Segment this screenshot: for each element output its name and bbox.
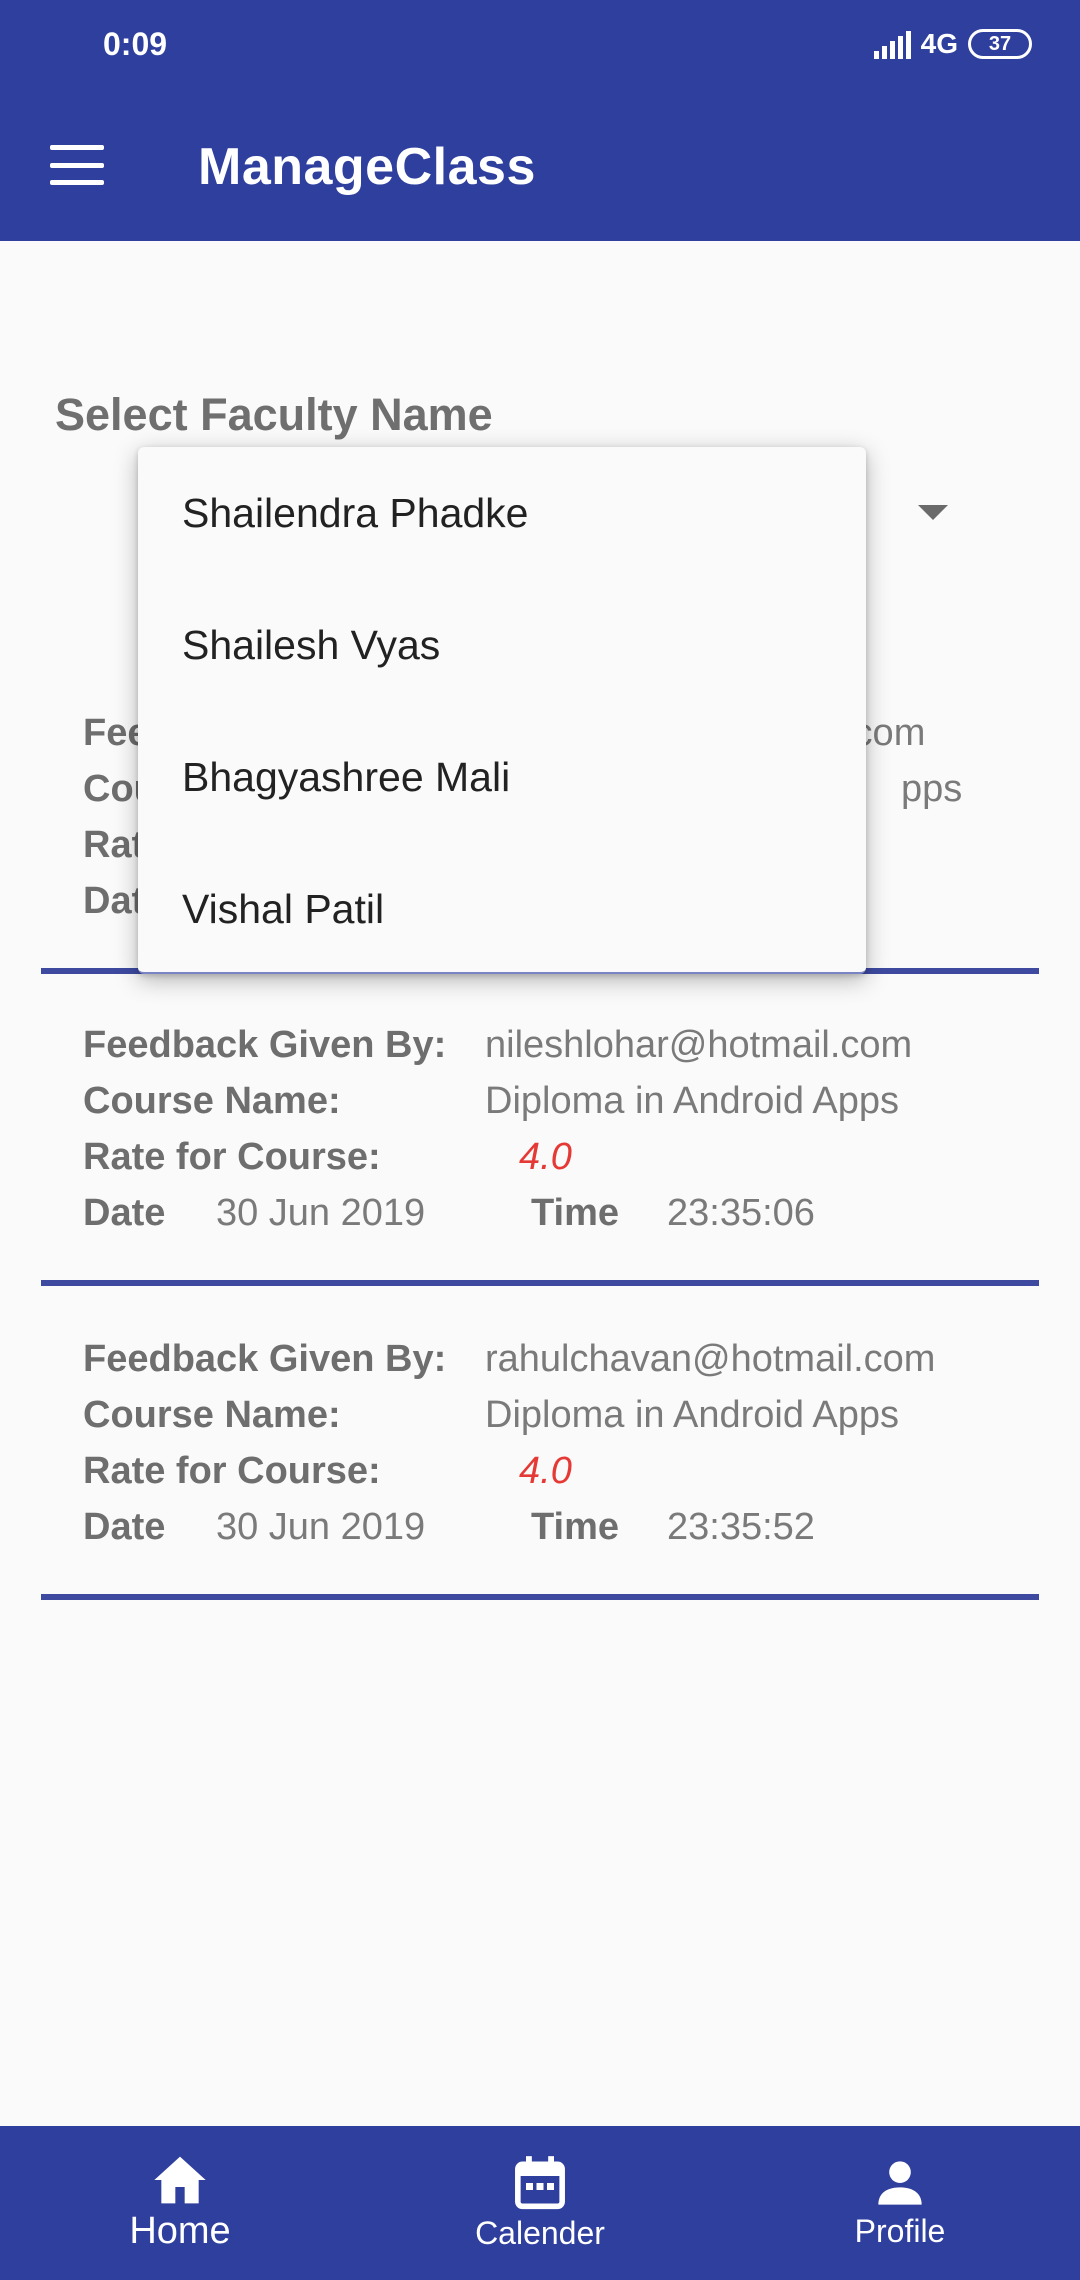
- course-name-row: Course Name: Diploma in Android Apps: [83, 1394, 899, 1437]
- course-name-value: Diploma in Android Apps: [485, 1394, 900, 1436]
- dropdown-option[interactable]: Vishal Patil: [138, 843, 866, 975]
- nav-calendar[interactable]: Calender: [360, 2126, 720, 2280]
- dropdown-option[interactable]: Shailendra Phadke: [138, 447, 866, 579]
- bottom-navigation: Home Calender Profile: [0, 2126, 1080, 2280]
- rate-value: 4.0: [519, 1450, 572, 1492]
- date-time-row: Date 30 Jun 2019 Time 23:35:52: [83, 1506, 815, 1549]
- person-icon: [878, 2160, 922, 2205]
- feedback-card: Feedback Given By: rahulchavan@hotmail.c…: [41, 1326, 1039, 1602]
- rate-row: Rate for Course: 4.0: [83, 1136, 572, 1179]
- date-label: Date: [83, 1506, 166, 1548]
- course-name-label: Course Name:: [83, 1080, 341, 1122]
- feedback-given-by-label: Feedback Given By:: [83, 1338, 447, 1380]
- faculty-dropdown-menu: Shailendra Phadke Shailesh Vyas Bhagyash…: [138, 447, 866, 974]
- calendar-icon: [515, 2155, 565, 2209]
- time-label: Time: [531, 1506, 620, 1548]
- feedback-given-by-row: Feedback Given By: rahulchavan@hotmail.c…: [83, 1338, 935, 1381]
- rate-label: Rate for Course:: [83, 1450, 381, 1492]
- network-type: 4G: [920, 28, 958, 59]
- course-name-label: Course Name:: [83, 1394, 341, 1436]
- nav-home-label: Home: [129, 2209, 231, 2252]
- date-value: 30 Jun 2019: [215, 1192, 426, 1234]
- time-label: Time: [531, 1192, 620, 1234]
- course-name-value: Diploma in Android Apps: [485, 1080, 900, 1122]
- nav-calendar-label: Calender: [475, 2214, 605, 2251]
- feedback-given-by-row: Feedback Given By: nileshlohar@hotmail.c…: [83, 1024, 912, 1067]
- dropdown-option[interactable]: Bhagyashree Mali: [138, 711, 866, 843]
- app-header: 0:09 4G 37 ManageClass: [0, 0, 1080, 241]
- date-time-row: Date 30 Jun 2019 Time 23:35:06: [83, 1192, 815, 1235]
- status-time: 0:09: [103, 26, 168, 62]
- card-divider: [41, 1594, 1039, 1600]
- course-name-row: Course Name: Diploma in Android Apps: [83, 1080, 899, 1123]
- nav-profile-label: Profile: [854, 2212, 946, 2249]
- feedback-given-by-value: rahulchavan@hotmail.com: [485, 1338, 936, 1380]
- rate-row: Rate for Course: 4.0: [83, 1450, 572, 1493]
- date-label: Date: [83, 1192, 166, 1234]
- course-name-value: pps: [901, 768, 963, 810]
- app-title: ManageClass: [198, 138, 536, 196]
- rate-label: Rate for Course:: [83, 1136, 381, 1178]
- date-value: 30 Jun 2019: [215, 1506, 426, 1548]
- feedback-card: Feedback Given By: nileshlohar@hotmail.c…: [41, 1012, 1039, 1288]
- dropdown-arrow-icon[interactable]: [918, 505, 948, 520]
- feedback-given-by-value: nileshlohar@hotmail.com: [485, 1024, 913, 1066]
- signal-icon: [873, 29, 911, 59]
- nav-home[interactable]: Home: [0, 2126, 360, 2280]
- battery-icon: 37: [968, 29, 1032, 59]
- nav-profile[interactable]: Profile: [720, 2126, 1080, 2280]
- card-divider: [41, 1280, 1039, 1286]
- battery-level: 37: [988, 32, 1012, 55]
- status-indicators: 4G 37: [873, 28, 1032, 60]
- dropdown-option[interactable]: Shailesh Vyas: [138, 579, 866, 711]
- time-value: 23:35:06: [667, 1192, 815, 1234]
- rate-value: 4.0: [519, 1136, 572, 1178]
- faculty-select-label: Select Faculty Name: [55, 389, 493, 440]
- hamburger-menu-icon[interactable]: [50, 145, 104, 185]
- home-icon: [154, 2156, 206, 2203]
- feedback-given-by-label: Feedback Given By:: [83, 1024, 447, 1066]
- time-value: 23:35:52: [667, 1506, 815, 1548]
